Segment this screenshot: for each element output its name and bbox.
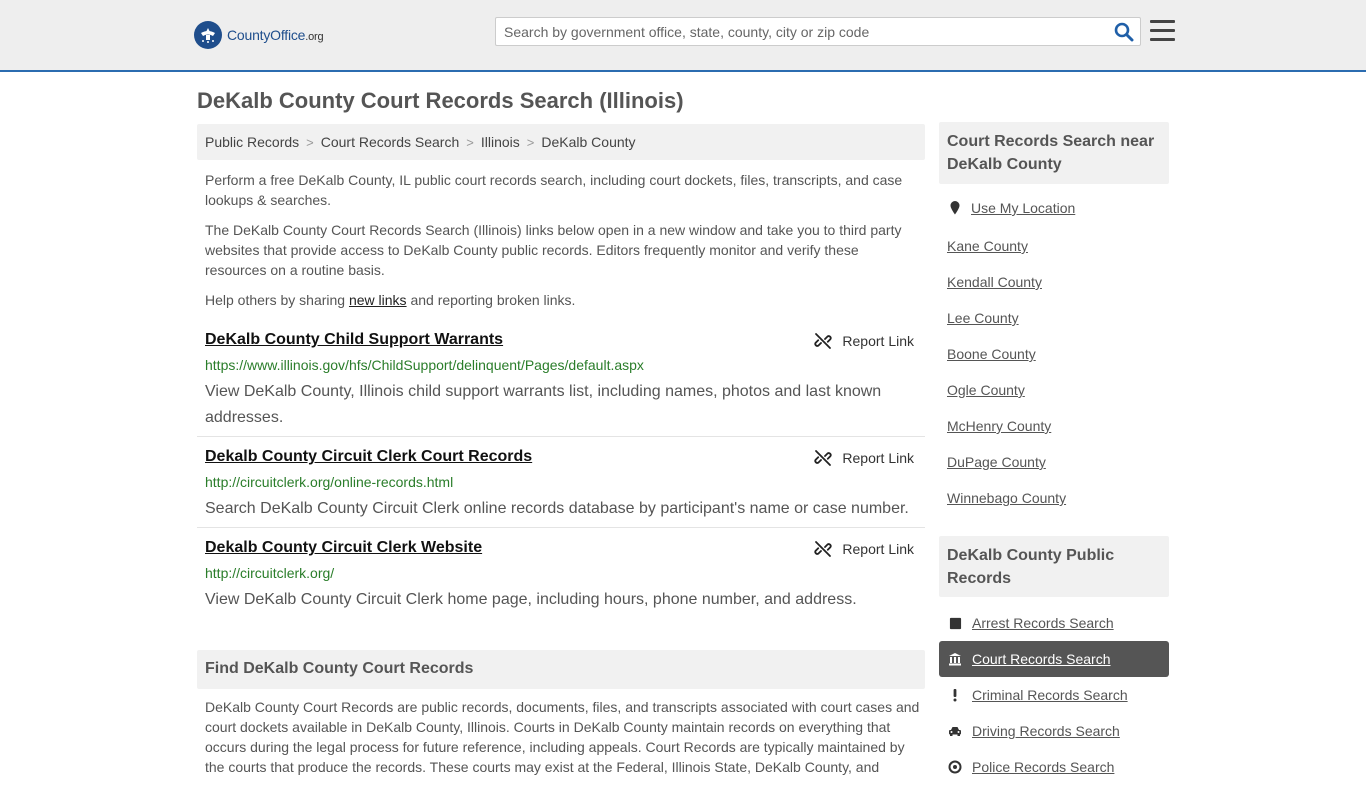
- use-my-location-link[interactable]: Use My Location: [971, 200, 1075, 216]
- sidebar-item-label: Criminal Records Search: [972, 687, 1128, 703]
- intro-report-text: and reporting broken links.: [406, 292, 576, 308]
- breadcrumb: Public Records > Court Records Search > …: [197, 124, 925, 160]
- breadcrumb-separator: >: [526, 134, 535, 150]
- logo-tld-text: .org: [305, 31, 324, 43]
- nearby-section-heading: Court Records Search near DeKalb County: [939, 122, 1169, 184]
- police-icon: [948, 760, 962, 774]
- breadcrumb-illinois[interactable]: Illinois: [481, 134, 520, 150]
- divider: [197, 436, 925, 437]
- sidebar-item-label: Police Records Search: [972, 759, 1115, 775]
- logo-seal-icon: [194, 21, 222, 49]
- nearby-county-link[interactable]: McHenry County: [947, 418, 1051, 434]
- nearby-county-link[interactable]: DuPage County: [947, 454, 1046, 470]
- logo-main-text: CountyOffice: [227, 27, 306, 43]
- breadcrumb-separator: >: [466, 134, 474, 150]
- search-input[interactable]: [496, 18, 1106, 45]
- site-header: CountyOffice.org: [0, 0, 1366, 72]
- sidebar-item-label: Driving Records Search: [972, 723, 1120, 739]
- breadcrumb-public-records[interactable]: Public Records: [205, 134, 299, 150]
- public-records-section-heading: DeKalb County Public Records: [939, 536, 1169, 597]
- intro-paragraph-2: The DeKalb County Court Records Search (…: [205, 222, 902, 278]
- record-description: View DeKalb County, Illinois child suppo…: [205, 383, 882, 426]
- record-url: https://www.illinois.gov/hfs/ChildSuppor…: [205, 357, 644, 373]
- record-url: http://circuitclerk.org/: [205, 565, 335, 581]
- breadcrumb-separator: >: [306, 134, 314, 150]
- report-link-button[interactable]: Report Link: [814, 540, 914, 558]
- sidebar-item-criminal-records[interactable]: Criminal Records Search: [939, 677, 1169, 713]
- record-description: Search DeKalb County Circuit Clerk onlin…: [205, 500, 909, 517]
- search-icon[interactable]: [1114, 22, 1134, 42]
- divider: [197, 527, 925, 528]
- report-link-button[interactable]: Report Link: [814, 449, 914, 467]
- report-link-label: Report Link: [842, 450, 914, 466]
- hamburger-menu-icon[interactable]: [1150, 20, 1175, 42]
- nearby-county-link[interactable]: Lee County: [947, 310, 1019, 326]
- map-pin-icon: [950, 201, 960, 215]
- nearby-county-link[interactable]: Kendall County: [947, 274, 1042, 290]
- nearby-county-link[interactable]: Boone County: [947, 346, 1036, 362]
- record-item: Dekalb County Circuit Clerk Website Repo…: [197, 539, 925, 609]
- record-title-link[interactable]: Dekalb County Circuit Clerk Court Record…: [205, 448, 532, 466]
- record-description: View DeKalb County Circuit Clerk home pa…: [205, 591, 857, 608]
- sidebar-item-court-records[interactable]: Court Records Search: [939, 641, 1169, 677]
- sidebar-item-driving-records[interactable]: Driving Records Search: [939, 713, 1169, 749]
- report-link-label: Report Link: [842, 541, 914, 557]
- breadcrumb-dekalb-county[interactable]: DeKalb County: [541, 134, 635, 150]
- find-records-heading: Find DeKalb County Court Records: [197, 650, 925, 689]
- logo-wordmark: CountyOffice.org: [227, 27, 324, 43]
- exclamation-icon: [948, 688, 962, 702]
- sidebar-item-label: Arrest Records Search: [972, 615, 1114, 631]
- sidebar-item-arrest-records[interactable]: Arrest Records Search: [939, 605, 1169, 641]
- report-link-label: Report Link: [842, 333, 914, 349]
- nearby-county-link[interactable]: Kane County: [947, 238, 1028, 254]
- breadcrumb-court-records[interactable]: Court Records Search: [321, 134, 460, 150]
- broken-link-icon: [814, 333, 832, 349]
- new-links-link[interactable]: new links: [349, 292, 407, 308]
- use-location-row[interactable]: Use My Location: [947, 200, 1075, 216]
- record-title-link[interactable]: Dekalb County Circuit Clerk Website: [205, 539, 482, 557]
- car-icon: [948, 724, 962, 738]
- site-logo[interactable]: CountyOffice.org: [194, 20, 324, 50]
- record-item: Dekalb County Circuit Clerk Court Record…: [197, 448, 925, 518]
- find-records-text: DeKalb County Court Records are public r…: [205, 699, 920, 775]
- record-title-link[interactable]: DeKalb County Child Support Warrants: [205, 331, 503, 349]
- square-icon: [948, 616, 962, 630]
- intro-share-text: Help others by sharing: [205, 292, 349, 308]
- broken-link-icon: [814, 450, 832, 466]
- broken-link-icon: [814, 541, 832, 557]
- sidebar-item-police-records[interactable]: Police Records Search: [939, 749, 1169, 785]
- nearby-county-link[interactable]: Winnebago County: [947, 490, 1066, 506]
- sidebar-item-label: Court Records Search: [972, 651, 1111, 667]
- nearby-county-link[interactable]: Ogle County: [947, 382, 1025, 398]
- intro-paragraph-3: Help others by sharing new links and rep…: [205, 290, 920, 310]
- record-url: http://circuitclerk.org/online-records.h…: [205, 474, 454, 490]
- record-item: DeKalb County Child Support Warrants Rep…: [197, 331, 925, 431]
- intro-paragraph-1: Perform a free DeKalb County, IL public …: [205, 172, 903, 208]
- courthouse-icon: [948, 652, 962, 666]
- report-link-button[interactable]: Report Link: [814, 332, 914, 350]
- site-search: [495, 17, 1141, 46]
- page-title: DeKalb County Court Records Search (Illi…: [197, 88, 684, 113]
